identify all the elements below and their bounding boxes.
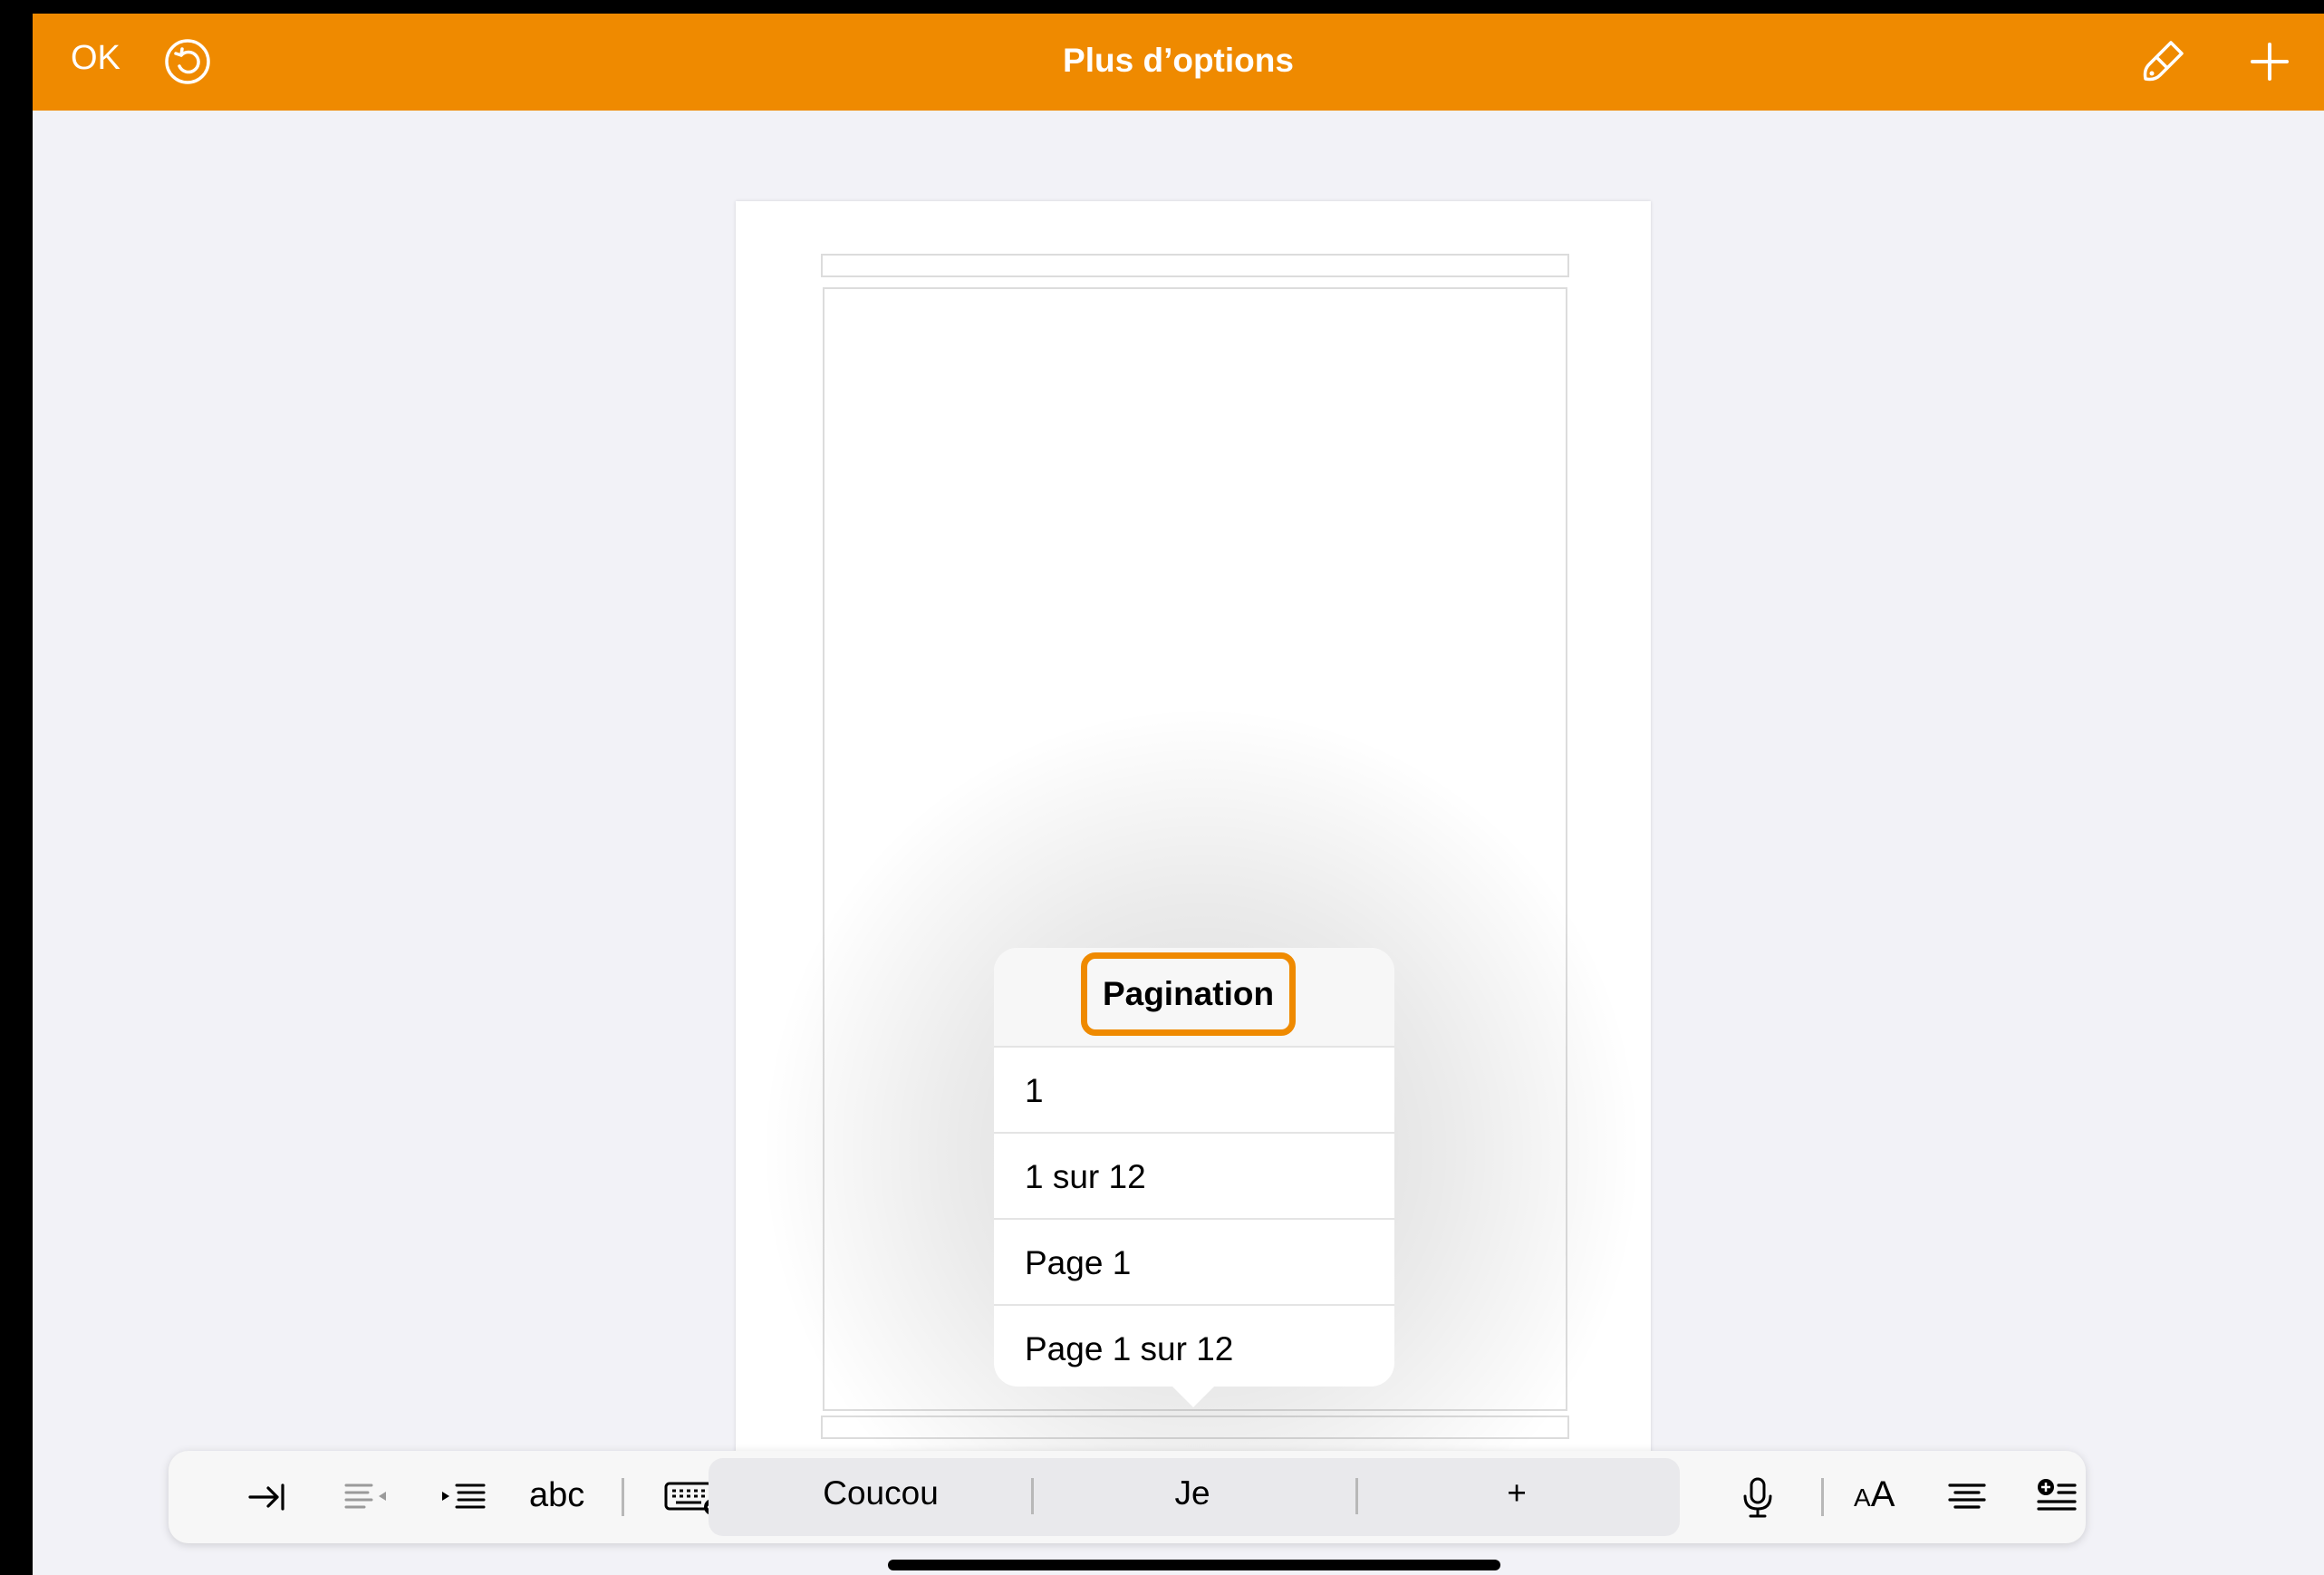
plus-icon[interactable] bbox=[2249, 41, 2290, 82]
page-footer-area[interactable] bbox=[821, 1416, 1569, 1439]
popover-title: Pagination bbox=[1081, 952, 1296, 1036]
font-size-small-label: A bbox=[1854, 1483, 1871, 1512]
pagination-option[interactable]: 1 bbox=[994, 1048, 1394, 1134]
font-size-large-label: A bbox=[1870, 1474, 1895, 1514]
outdent-icon[interactable] bbox=[341, 1476, 391, 1518]
suggestion-item[interactable]: Je bbox=[1056, 1474, 1328, 1512]
popover-header: Pagination bbox=[994, 948, 1394, 1048]
navigation-bar: OK Plus d’options bbox=[33, 14, 2324, 111]
toolbar-divider bbox=[1821, 1478, 1824, 1516]
suggestion-divider bbox=[1031, 1478, 1034, 1514]
paintbrush-icon[interactable] bbox=[2136, 37, 2187, 88]
suggestion-item[interactable]: + bbox=[1381, 1474, 1653, 1512]
tab-icon[interactable] bbox=[246, 1476, 288, 1518]
microphone-icon[interactable] bbox=[1740, 1476, 1776, 1518]
home-indicator bbox=[888, 1560, 1500, 1570]
screen: OK Plus d’options Pagination 1 1 sur 12 … bbox=[33, 14, 2324, 1575]
pagination-option[interactable]: 1 sur 12 bbox=[994, 1134, 1394, 1220]
indent-icon[interactable] bbox=[439, 1476, 489, 1518]
insert-list-icon[interactable] bbox=[2035, 1476, 2078, 1518]
keyboard-toolbar: abc Coucou Je + AA bbox=[169, 1451, 2086, 1543]
align-center-icon[interactable] bbox=[1946, 1476, 1988, 1518]
pagination-option[interactable]: Page 1 sur 12 bbox=[994, 1306, 1394, 1392]
spellcheck-button[interactable]: abc bbox=[529, 1476, 584, 1515]
page-title: Plus d’options bbox=[1063, 42, 1294, 79]
suggestion-item[interactable]: Coucou bbox=[745, 1474, 1017, 1512]
pagination-option[interactable]: Page 1 bbox=[994, 1220, 1394, 1306]
toolbar-divider bbox=[622, 1478, 624, 1516]
pagination-popover: Pagination 1 1 sur 12 Page 1 Page 1 sur … bbox=[994, 948, 1394, 1387]
page-header-area[interactable] bbox=[821, 254, 1569, 277]
suggestion-divider bbox=[1355, 1478, 1358, 1514]
predictive-text-bar: Coucou Je + bbox=[709, 1458, 1680, 1536]
font-size-icon[interactable]: AA bbox=[1854, 1474, 1895, 1520]
